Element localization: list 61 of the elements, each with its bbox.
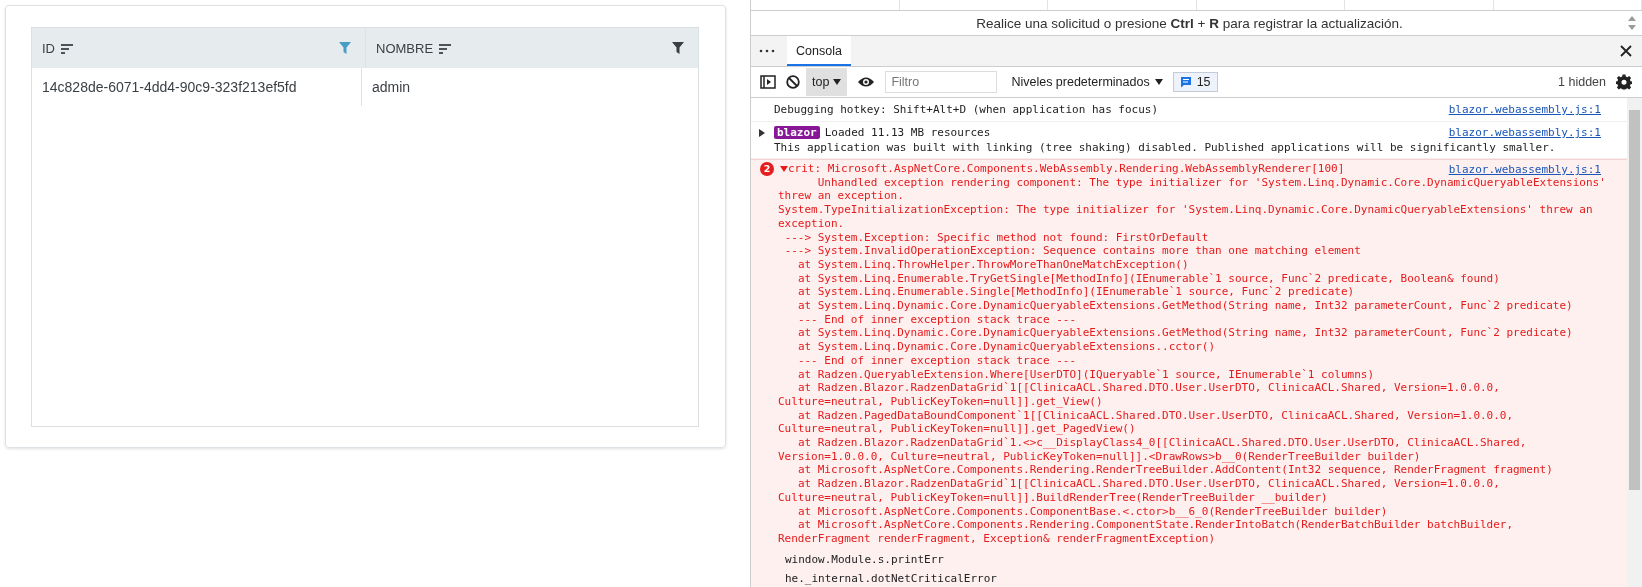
error-message: at Radzen.PagedDataBoundComponent`1[[ClinicaACL.Shared.DTO.User.UserDTO, ClinicaACL.Shared, Version=1.0.0.0, Culture=neutral, PublicKeyToken=null]].get_PagedView() (778, 408, 1515, 437)
filter-icon[interactable] (672, 42, 684, 54)
sort-icon[interactable] (439, 43, 452, 54)
sidebar-toggle-icon[interactable] (760, 75, 776, 89)
caret-icon (833, 79, 842, 85)
error-message: at System.Linq.Dynamic.Core.DynamicQueryableExtensions..cctor() (796, 340, 1217, 354)
error-message: at Radzen.Blazor.RadzenDataGrid`1.<>c__DisplayClass4_0[[ClinicaACL.Shared.DTO.User.UserDTO, ClinicaACL.Shared, Version=1.0.0.0, Culture=neutral, PublicKeyToken=null]].<DrawRows>b__0(RenderTreeBuilder builder) (778, 436, 1528, 464)
error-message: at System.Linq.Dynamic.Core.DynamicQueryableExtensions.GetMethod(String name, Int32 parameterCount, Func`2 predicate) (796, 326, 1574, 341)
filter-field[interactable]: Filtro (885, 71, 998, 93)
error-message: at Radzen.Blazor.RadzenDataGrid`1[[ClinicaACL.Shared.DTO.User.UserDTO, ClinicaACL.Shared, Version=1.0.0.0, Culture=neutral, PublicKeyToken=null]].get_View() (778, 381, 1501, 409)
scrollbar-thumb[interactable] (1629, 110, 1640, 490)
error-message: System.TypeInitializationException: The type initializer for 'System.Linq.Dynamic.Core.DynamicQueryableExtensions' threw an exception. (778, 203, 1594, 231)
source-link[interactable]: blazor.webassembly.js:1 (1448, 163, 1601, 177)
stack-frame[interactable]: he._internal.dotNetCriticalError (785, 571, 997, 585)
scrollbar[interactable] (1627, 98, 1642, 587)
source-link[interactable]: blazor.webassembly.js:1 (1448, 102, 1601, 117)
error-message: at System.Linq.Enumerable.Single[MethodInfo](IEnumerable`1 source, Func`2 predicate) (796, 285, 1356, 300)
sort-icon[interactable] (61, 43, 73, 54)
column-header[interactable]: NOMBRE (366, 28, 698, 68)
request-hint: Realice una solicitud o presione Ctrl + R para registrar la actualización. (975, 15, 1404, 31)
settings-icon[interactable] (1616, 74, 1632, 90)
clear-icon[interactable] (786, 75, 800, 89)
table-cell-text: admin (371, 78, 412, 97)
error-message: ---> System.InvalidOperationException: Sequence contains more than one matching element (783, 244, 1362, 258)
message-count-button[interactable]: 15 (1172, 72, 1218, 92)
error-message: Unhandled exception rendering component: The type initializer for 'System.Linq.Dynamic.Core.DynamicQueryableExtensions' threw an exception. (778, 175, 1607, 204)
column-title: ID (42, 40, 55, 56)
error-message: --- End of inner exception stack trace --- (796, 312, 1078, 327)
eye-icon[interactable] (857, 76, 876, 88)
scroll-arrows-icon[interactable] (1628, 15, 1636, 31)
expand-toggle-icon[interactable] (759, 129, 765, 137)
error-message: at Microsoft.AspNetCore.Components.Rendering.ComponentState.RenderIntoBatch(RenderBatchBuilder batchBuilder, RenderFragment renderFragment, Exception& renderFragmentException) (778, 518, 1515, 546)
error-message: crit: Microsoft.AspNetCore.Components.WebAssembly.Rendering.WebAssemblyRenderer[100] (788, 162, 1345, 176)
log-message: Loaded 11.13 MB resources (824, 126, 991, 139)
expand-toggle-icon[interactable] (780, 166, 788, 172)
column-title: NOMBRE (376, 40, 434, 56)
error-message: at System.Linq.Enumerable.TryGetSingle[MethodInfo](IEnumerable`1 source, Func`2 predicate, Boolean& found) (796, 271, 1501, 286)
log-message: This application was built with linking (tree shaking) disabled. Published applications will be significantly smaller. (774, 140, 1556, 155)
more-icon[interactable] (759, 49, 775, 53)
levels-dropdown[interactable]: Niveles predeterminados (1011, 75, 1163, 89)
close-icon[interactable] (1620, 45, 1632, 57)
source-link[interactable]: blazor.webassembly.js:1 (1448, 125, 1601, 140)
error-message: at Microsoft.AspNetCore.Components.Rendering.RenderTreeBuilder.AddContent(Int32 sequence, RenderFragment fragment) (796, 463, 1554, 478)
message-icon (1179, 76, 1192, 88)
hidden-count: 1 hidden (1558, 75, 1606, 89)
console-tab[interactable]: Consola (787, 36, 851, 66)
log-message: Debugging hotkey: Shift+Alt+D (when application has focus) (774, 102, 1159, 117)
error-message: at System.Linq.Dynamic.Core.DynamicQueryableExtensions.GetMethod(String name, Int32 parameterCount, Func`2 predicate) (796, 299, 1574, 313)
context-select[interactable]: top (806, 68, 848, 96)
column-header[interactable]: ID (32, 28, 366, 68)
error-message: --- End of inner exception stack trace --- (796, 353, 1078, 368)
error-message: at Radzen.QueryableExtension.Where[UserDTO](IQueryable`1 source, IEnumerable`1 columns) (796, 367, 1376, 382)
error-count-badge: 2 (760, 162, 774, 176)
error-message: at Microsoft.AspNetCore.Components.ComponentBase.<.ctor>b__6_0(RenderTreeBuilder builder) (796, 504, 1389, 519)
error-message: ---> System.Exception: Specific method not found: FirstOrDefault (783, 230, 1210, 245)
caret-icon (1154, 79, 1163, 85)
stack-frame[interactable]: window.Module.s.printErr (785, 552, 944, 566)
error-message: at Radzen.Blazor.RadzenDataGrid`1[[ClinicaACL.Shared.DTO.User.UserDTO, ClinicaACL.Shared, Version=1.0.0.0, Culture=neutral, PublicKeyToken=null]].BuildRenderTree(RenderTreeBuilder __builder) (778, 477, 1501, 505)
table-cell: 14c828de-6071-4dd4-90c9-323f213ef5fd (32, 68, 362, 106)
source-tag: blazor (774, 126, 820, 139)
error-message: at System.Linq.ThrowHelper.ThrowMoreThanOneMatchException() (796, 257, 1190, 272)
